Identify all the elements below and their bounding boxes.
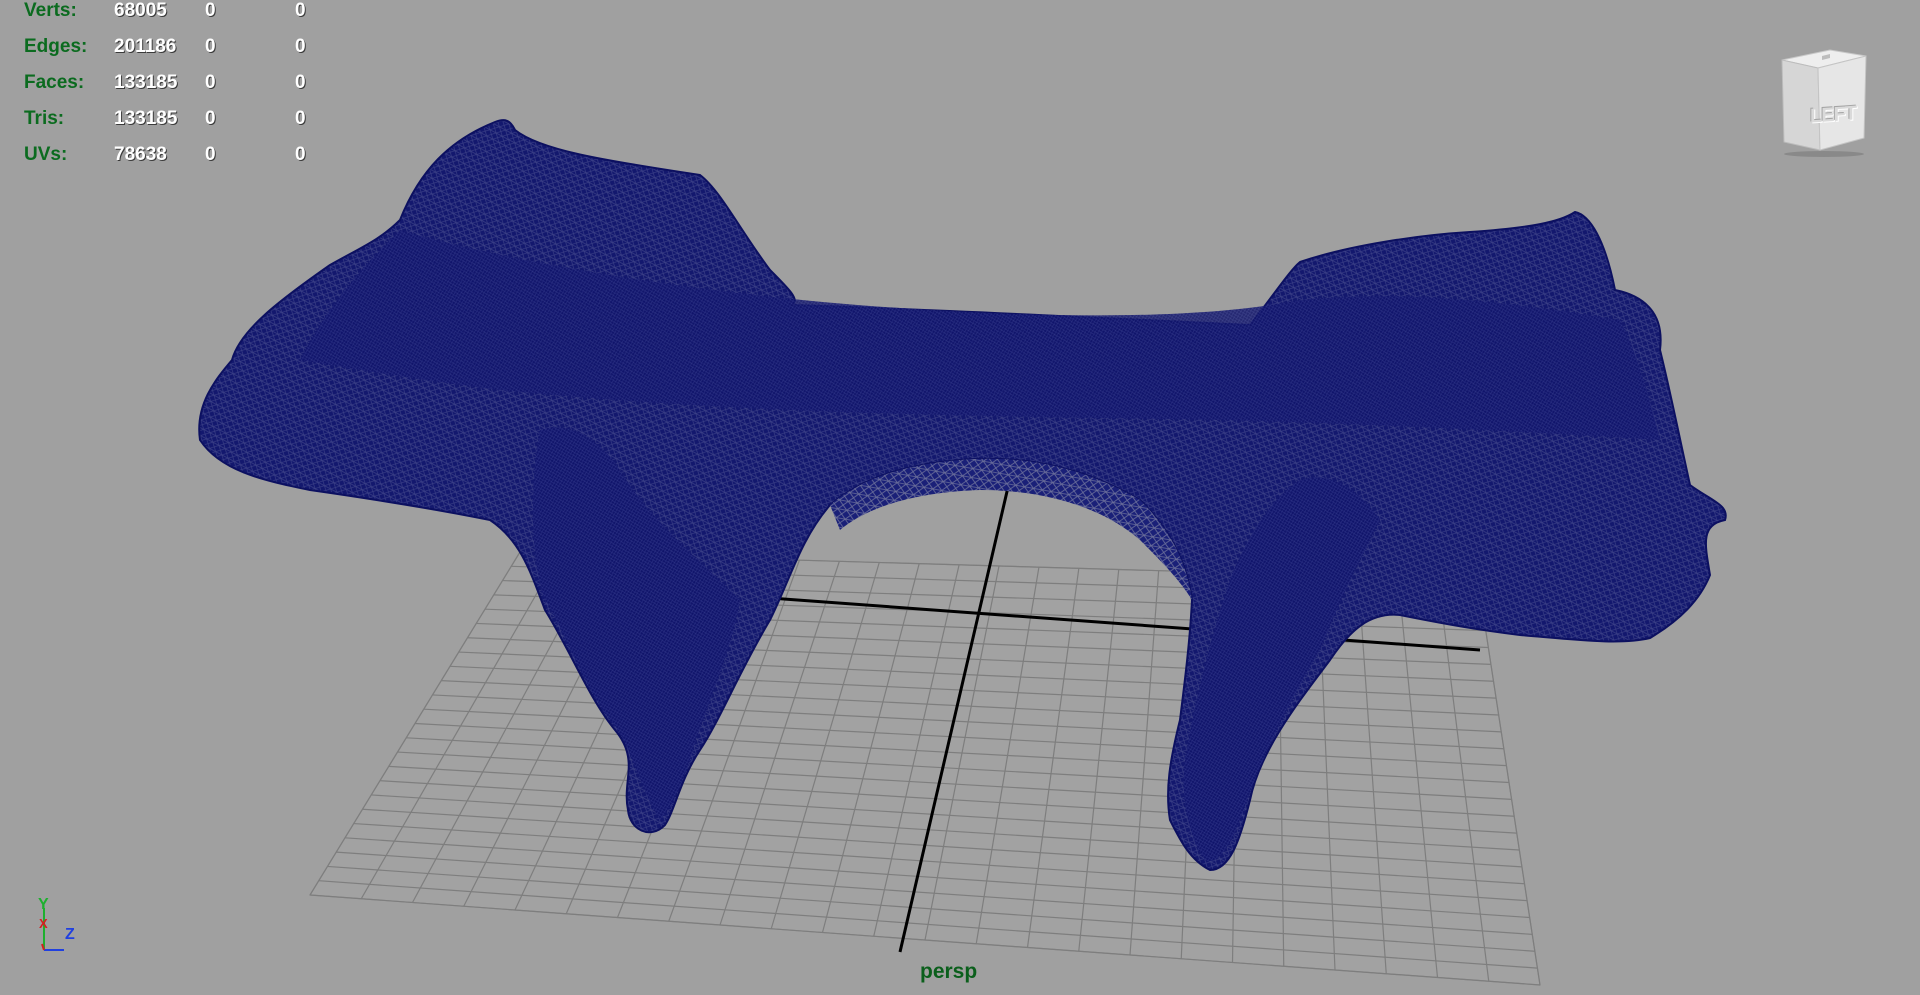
hud-component-value: 0 xyxy=(295,0,306,21)
hud-selected-value: 0 xyxy=(205,72,216,93)
hud-component-value: 0 xyxy=(295,108,306,129)
hud-total-value: 133185 xyxy=(114,72,178,93)
hud-total-value: 68005 xyxy=(114,0,167,21)
hud-selected-value: 0 xyxy=(205,36,216,57)
axis-x-label: X xyxy=(39,916,48,931)
hud-label: Edges: xyxy=(24,36,88,57)
hud-label: Verts: xyxy=(24,0,77,21)
hud-label: Faces: xyxy=(24,72,85,93)
hud-selected-value: 0 xyxy=(205,0,216,21)
view-cube-face-label[interactable]: LEFT xyxy=(1800,102,1866,130)
view-cube-shape[interactable] xyxy=(1770,42,1870,157)
hud-total-value: 133185 xyxy=(114,108,178,129)
scene-canvas[interactable] xyxy=(0,0,1920,995)
hud-selected-value: 0 xyxy=(205,108,216,129)
perspective-viewport[interactable]: Verts: 68005 0 0 Edges: 201186 0 0 Faces… xyxy=(0,0,1920,995)
axis-y-label: Y xyxy=(38,896,49,913)
camera-name-label: persp xyxy=(920,960,978,983)
hud-label: UVs: xyxy=(24,144,68,165)
hud-selected-value: 0 xyxy=(205,144,216,165)
hud-component-value: 0 xyxy=(295,144,306,165)
hud-total-value: 78638 xyxy=(114,144,167,165)
axis-z-label: Z xyxy=(65,926,75,943)
hud-component-value: 0 xyxy=(295,72,306,93)
hud-component-value: 0 xyxy=(295,36,306,57)
hud-label: Tris: xyxy=(24,108,65,129)
hud-total-value: 201186 xyxy=(114,36,177,57)
axis-orientation-gizmo: Y X Z xyxy=(30,896,90,958)
view-cube[interactable]: LEFT xyxy=(1770,42,1870,157)
